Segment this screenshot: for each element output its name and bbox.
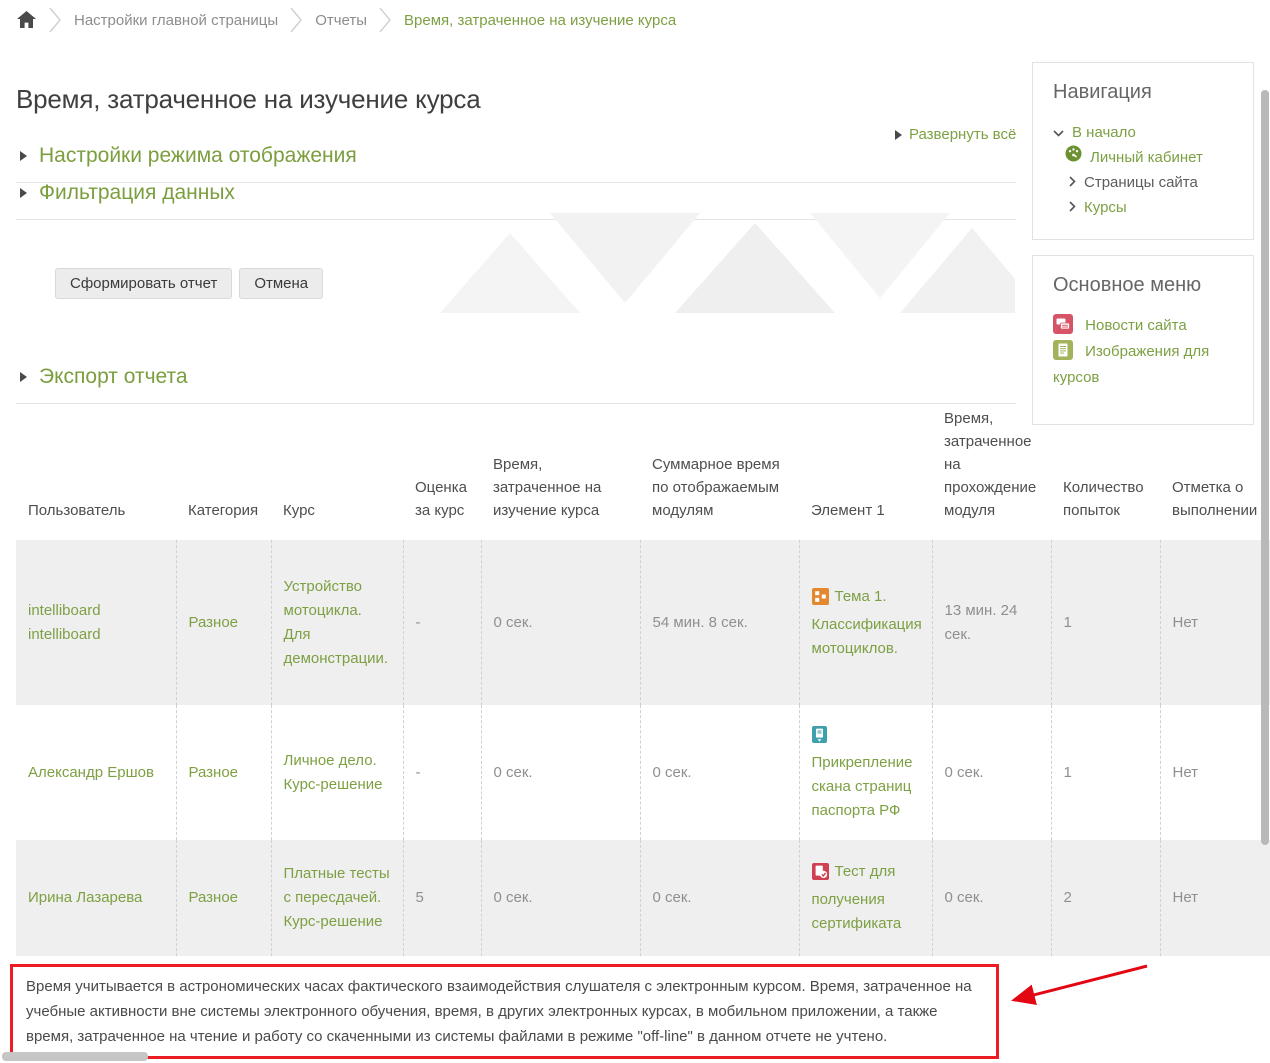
page-title: Время, затраченное на изучение курса — [16, 84, 480, 115]
navigation-block: Навигация В начало Личный кабинет Страни… — [1032, 62, 1254, 240]
col-header-course: Курс — [271, 402, 403, 540]
triangle-right-icon — [895, 130, 902, 140]
table-row: Ирина Лазарева Разное Платные тесты с пе… — [16, 840, 1270, 956]
sidebar-item-dashboard[interactable]: Личный кабинет — [1053, 145, 1233, 170]
chevron-right-icon — [379, 6, 392, 34]
background-watermark — [430, 213, 1015, 313]
collapsed-triangle-icon — [20, 372, 27, 382]
user-link[interactable]: Александр Ершов — [28, 764, 154, 781]
sidebar-item-courses[interactable]: Курсы — [1053, 195, 1233, 220]
grade-cell: - — [403, 705, 481, 840]
menu-item-course-images[interactable]: Изображения для курсов — [1053, 339, 1233, 391]
main-menu-title: Основное меню — [1053, 274, 1233, 297]
col-header-category: Категория — [176, 402, 271, 540]
section-filtering[interactable]: Фильтрация данных — [16, 181, 1016, 220]
page-icon — [1053, 343, 1085, 360]
menu-item-site-news[interactable]: Новости сайта — [1053, 313, 1233, 339]
section-label: Настройки режима отображения — [39, 144, 357, 168]
user-link[interactable]: intelliboard intelliboard — [28, 602, 101, 643]
col-header-course-time: Время, затраченное на изучение курса — [481, 402, 640, 540]
col-header-user: Пользователь — [16, 402, 176, 540]
expand-all-label: Развернуть всё — [909, 126, 1016, 143]
chevron-right-icon — [1069, 170, 1076, 195]
completion-cell: Нет — [1160, 840, 1270, 956]
col-header-modules-time: Суммарное время по отображаемым модулям — [640, 402, 799, 540]
modules-time-cell: 54 мин. 8 сек. — [640, 540, 799, 705]
section-label: Фильтрация данных — [39, 181, 235, 205]
vertical-scrollbar[interactable] — [1261, 90, 1269, 845]
breadcrumb: Настройки главной страницы Отчеты Время,… — [16, 4, 676, 36]
col-header-element: Элемент 1 — [799, 402, 932, 540]
grade-cell: - — [403, 540, 481, 705]
attempts-cell: 2 — [1051, 840, 1160, 956]
completion-cell: Нет — [1160, 540, 1270, 705]
sidebar-item-label: Курсы — [1084, 195, 1127, 220]
chevron-down-icon — [1053, 120, 1064, 145]
category-link[interactable]: Разное — [189, 614, 239, 631]
quiz-icon — [812, 863, 829, 888]
sidebar-item-label: В начало — [1072, 120, 1136, 145]
category-link[interactable]: Разное — [189, 764, 239, 781]
course-link[interactable]: Личное дело. Курс-решение — [284, 752, 383, 793]
report-table: Пользователь Категория Курс Оценка за ку… — [16, 402, 1270, 956]
assignment-icon — [812, 726, 827, 751]
modules-time-cell: 0 сек. — [640, 840, 799, 956]
module-time-cell: 13 мин. 24 сек. — [932, 540, 1051, 705]
sidebar-item-label: Страницы сайта — [1084, 170, 1198, 195]
main-menu-block: Основное меню Новости сайта Изображения … — [1032, 255, 1254, 425]
course-time-cell: 0 сек. — [481, 705, 640, 840]
lesson-icon — [812, 588, 829, 613]
collapsed-triangle-icon — [20, 151, 27, 161]
report-page: Настройки главной страницы Отчеты Время,… — [0, 0, 1270, 1063]
chevron-right-icon — [290, 6, 303, 34]
table-row: intelliboard intelliboard Разное Устройс… — [16, 540, 1270, 705]
module-time-cell: 0 сек. — [932, 840, 1051, 956]
cancel-button[interactable]: Отмена — [239, 268, 323, 299]
category-link[interactable]: Разное — [189, 889, 239, 906]
attempts-cell: 1 — [1051, 540, 1160, 705]
element-link[interactable]: Прикрепление скана страниц паспорта РФ — [812, 754, 913, 819]
collapsed-triangle-icon — [20, 188, 27, 198]
section-export[interactable]: Экспорт отчета — [16, 365, 1016, 404]
sidebar-item-label: Личный кабинет — [1090, 145, 1203, 170]
sidebar-item-site-pages[interactable]: Страницы сайта — [1053, 170, 1233, 195]
sidebar-item-home[interactable]: В начало — [1053, 120, 1233, 145]
section-label: Экспорт отчета — [39, 365, 188, 389]
expand-all-link[interactable]: Развернуть всё — [895, 126, 1016, 143]
course-time-cell: 0 сек. — [481, 540, 640, 705]
form-actions: Сформировать отчет Отмена — [55, 268, 323, 299]
chevron-right-icon — [49, 6, 62, 34]
grade-cell: 5 — [403, 840, 481, 956]
module-time-cell: 0 сек. — [932, 705, 1051, 840]
menu-item-label: Новости сайта — [1085, 317, 1187, 334]
annotation-arrow — [1000, 957, 1155, 1015]
chevron-right-icon — [1069, 195, 1076, 220]
attempts-cell: 1 — [1051, 705, 1160, 840]
course-link[interactable]: Устройство мотоцикла. Для демонстрации. — [284, 578, 389, 667]
report-footnote: Время учитывается в астрономических часа… — [10, 964, 999, 1059]
col-header-grade: Оценка за курс — [403, 402, 481, 540]
breadcrumb-current[interactable]: Время, затраченное на изучение курса — [404, 12, 676, 29]
user-link[interactable]: Ирина Лазарева — [28, 889, 142, 906]
completion-cell: Нет — [1160, 705, 1270, 840]
table-row: Александр Ершов Разное Личное дело. Курс… — [16, 705, 1270, 840]
generate-report-button[interactable]: Сформировать отчет — [55, 268, 232, 299]
course-time-cell: 0 сек. — [481, 840, 640, 956]
horizontal-scrollbar[interactable] — [2, 1052, 148, 1061]
navigation-title: Навигация — [1053, 81, 1233, 104]
breadcrumb-link-settings[interactable]: Настройки главной страницы — [74, 12, 278, 29]
course-link[interactable]: Платные тесты с пересдачей. Курс-решение — [284, 865, 390, 930]
home-icon[interactable] — [16, 10, 37, 30]
forum-icon — [1053, 317, 1085, 334]
dashboard-icon — [1065, 145, 1082, 170]
section-display-settings[interactable]: Настройки режима отображения — [16, 144, 1016, 183]
modules-time-cell: 0 сек. — [640, 705, 799, 840]
breadcrumb-link-reports[interactable]: Отчеты — [315, 12, 367, 29]
